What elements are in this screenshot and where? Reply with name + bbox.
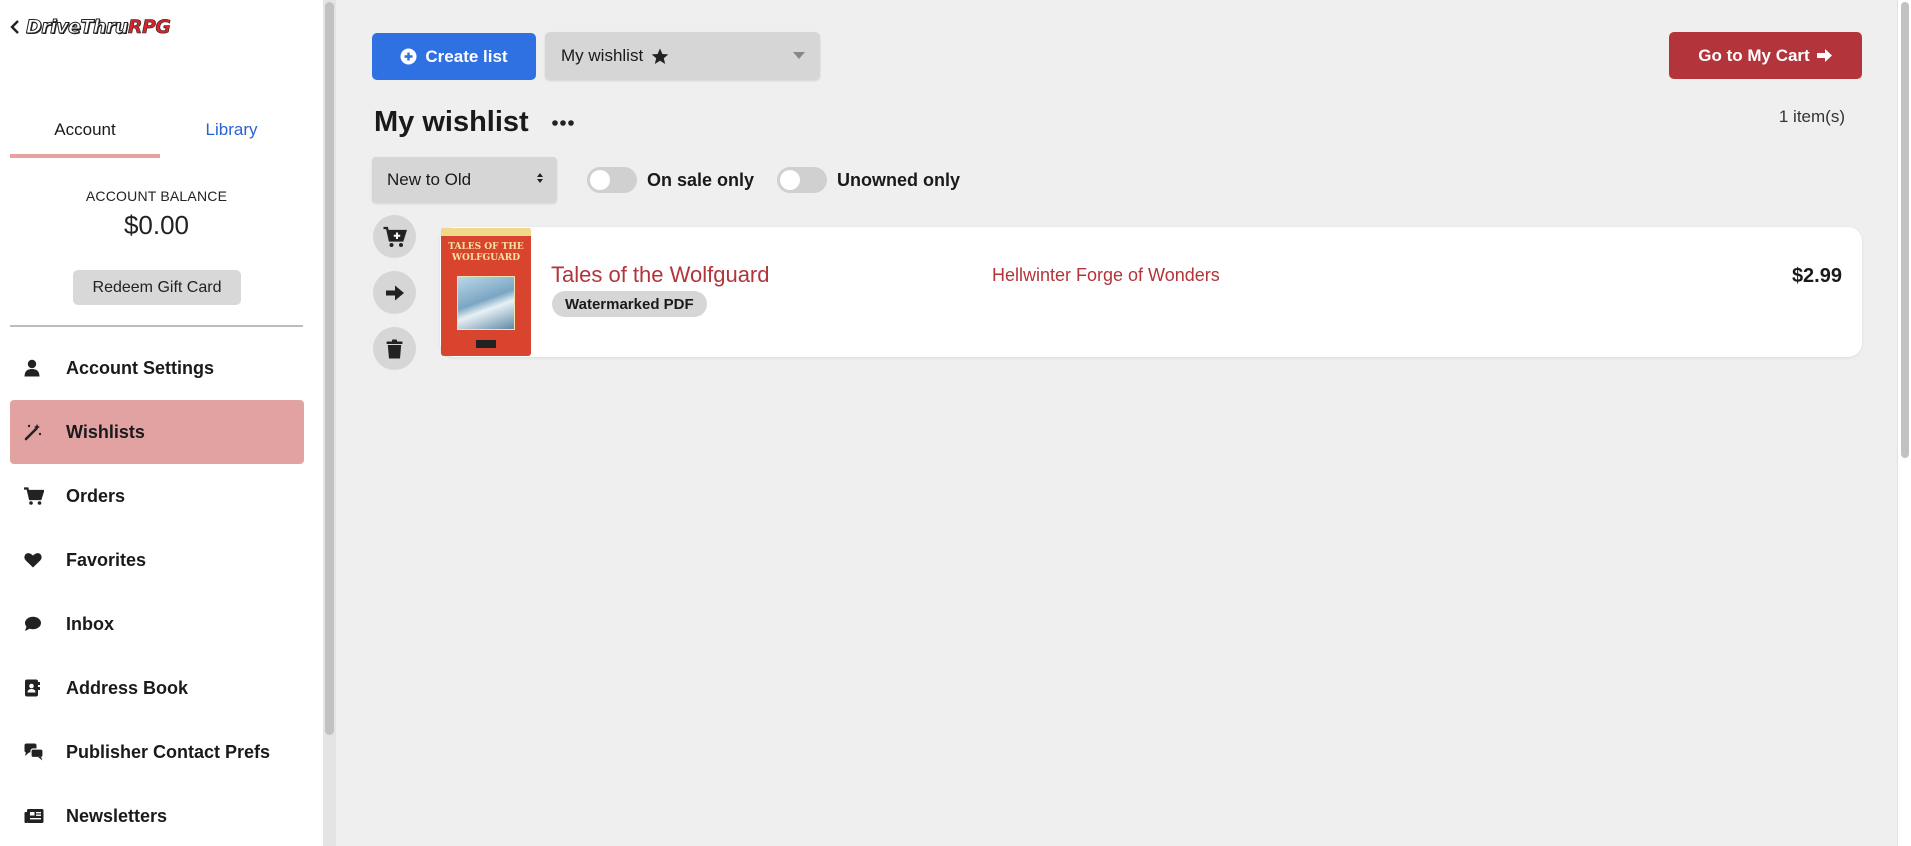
chevron-left-icon (10, 20, 19, 34)
unowned-only-switch[interactable] (777, 167, 827, 193)
ellipsis-icon (552, 120, 574, 126)
remove-item-button[interactable] (373, 327, 416, 370)
user-icon (10, 359, 56, 377)
address-book-icon (10, 679, 56, 697)
sidebar-item-publisher-contact-prefs[interactable]: Publisher Contact Prefs (10, 720, 304, 784)
unowned-only-toggle[interactable]: Unowned only (777, 167, 960, 193)
on-sale-only-toggle[interactable]: On sale only (587, 167, 754, 193)
sidebar-item-account-settings[interactable]: Account Settings (10, 336, 304, 400)
arrow-right-icon (385, 285, 404, 300)
account-balance-value: $0.00 (123, 210, 190, 240)
go-to-cart-label: Go to My Cart (1698, 45, 1810, 65)
on-sale-only-label: On sale only (647, 169, 755, 190)
main-scrollbar-thumb[interactable] (1901, 2, 1909, 458)
tab-account[interactable]: Account (10, 114, 160, 158)
cart-icon (10, 487, 56, 505)
sidebar-tabs: Account Library (10, 114, 303, 158)
format-badge: Watermarked PDF (552, 291, 707, 317)
comments-icon (10, 743, 56, 761)
sort-select[interactable]: New to Old (372, 157, 557, 203)
sidebar: DriveThru RPG Account Library ACCOUNT BAL… (0, 0, 323, 846)
product-title-link[interactable]: Tales of the Wolfguard (551, 262, 770, 288)
sidebar-scrollbar-thumb[interactable] (325, 2, 334, 735)
create-list-label: Create list (425, 46, 508, 66)
add-to-cart-button[interactable] (373, 215, 416, 258)
sort-select-value: New to Old (387, 170, 472, 189)
plus-circle-icon (400, 48, 417, 65)
sidebar-divider (10, 325, 303, 327)
tab-library[interactable]: Library (160, 114, 303, 158)
cart-plus-icon (383, 226, 407, 247)
unowned-only-label: Unowned only (837, 169, 960, 190)
product-price: $2.99 (1791, 265, 1842, 287)
page-title: My wishlist (374, 106, 529, 138)
heart-icon (10, 552, 56, 568)
wishlist-select[interactable]: My wishlist (545, 32, 820, 80)
chat-bubble-icon (10, 616, 56, 632)
main-scrollbar[interactable] (1897, 0, 1911, 846)
sidebar-nav: Account Settings Wishlists Orders Favori… (10, 336, 304, 846)
publisher-link[interactable]: Hellwinter Forge of Wonders (992, 265, 1220, 286)
go-to-cart-button[interactable]: Go to My Cart (1669, 32, 1862, 79)
sort-arrows-icon (537, 173, 543, 183)
account-balance-label: ACCOUNT BALANCE (85, 188, 228, 204)
on-sale-only-switch[interactable] (587, 167, 637, 193)
back-to-store-link[interactable]: DriveThru RPG (10, 14, 172, 40)
drivethrurpg-logo: DriveThru RPG (26, 16, 172, 39)
star-icon (651, 48, 669, 65)
sidebar-item-favorites[interactable]: Favorites (10, 528, 304, 592)
move-item-button[interactable] (373, 271, 416, 314)
sidebar-item-newsletters[interactable]: Newsletters (10, 784, 304, 846)
cover-title-text: TALES OF THE WOLFGUARD (448, 242, 524, 263)
caret-down-icon (793, 52, 805, 59)
trash-icon (386, 339, 403, 358)
sidebar-item-address-book[interactable]: Address Book (10, 656, 304, 720)
magic-wand-icon (10, 423, 56, 441)
arrow-right-icon (1816, 49, 1832, 62)
list-options-button[interactable] (548, 108, 578, 138)
item-count: 1 item(s) (1778, 107, 1845, 126)
wishlist-select-value: My wishlist (561, 46, 644, 65)
newspaper-icon (10, 808, 56, 824)
wishlist-item: TALES OF THE WOLFGUARD Tales of the Wolf… (440, 227, 1862, 357)
sidebar-item-wishlists[interactable]: Wishlists (10, 400, 304, 464)
redeem-gift-card-button[interactable]: Redeem Gift Card (73, 270, 241, 305)
sidebar-scrollbar[interactable] (323, 0, 336, 846)
sidebar-item-orders[interactable]: Orders (10, 464, 304, 528)
sidebar-item-inbox[interactable]: Inbox (10, 592, 304, 656)
item-actions (373, 215, 416, 370)
product-cover-image[interactable]: TALES OF THE WOLFGUARD (441, 228, 531, 356)
create-list-button[interactable]: Create list (372, 33, 536, 80)
cover-artwork (457, 276, 515, 330)
